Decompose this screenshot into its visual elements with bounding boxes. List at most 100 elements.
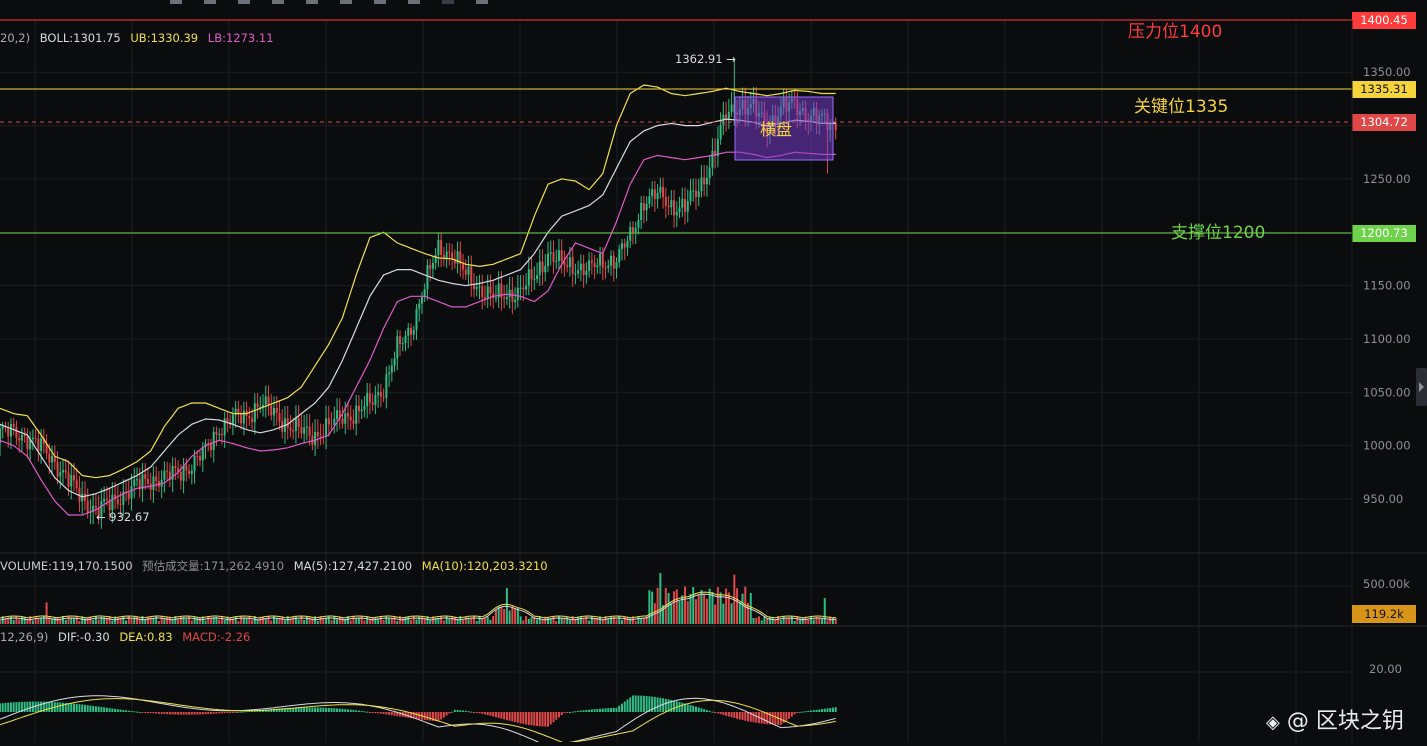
macd-bar — [1, 703, 4, 712]
volume-bar — [188, 616, 191, 624]
candle-body — [651, 189, 654, 197]
candle-body — [678, 207, 681, 213]
candle-body — [185, 465, 188, 471]
candle-body — [292, 430, 295, 432]
macd-bar — [341, 708, 344, 712]
macd-bar — [807, 710, 810, 712]
volume-bar — [497, 606, 500, 624]
candle-body — [673, 200, 676, 216]
volume-bar — [207, 616, 210, 624]
volume-bar — [694, 599, 697, 624]
candle-body — [415, 308, 418, 331]
macd-bar — [473, 712, 476, 713]
candle-body — [426, 265, 429, 290]
macd-bar — [363, 711, 366, 713]
volume-bar — [697, 594, 700, 624]
macd-bar — [48, 701, 51, 712]
volume-bar — [415, 619, 418, 624]
macd-bar — [588, 709, 591, 712]
macd-bar — [500, 712, 503, 719]
candle-body — [549, 252, 552, 254]
candle-body — [270, 405, 273, 416]
volume-bar — [577, 616, 580, 624]
price-scale-scroll-handle[interactable] — [1416, 368, 1427, 406]
trading-chart[interactable]: 1350.001300.001250.001200.001150.001100.… — [0, 0, 1427, 746]
volume-bar — [209, 618, 212, 624]
candle-body — [344, 413, 347, 424]
macd-bar — [67, 703, 70, 712]
candle-body — [404, 335, 407, 344]
volume-bar — [821, 618, 823, 624]
volume-bar — [12, 619, 15, 624]
candle-body — [251, 418, 254, 423]
macd-bar — [325, 707, 328, 712]
candle-body — [610, 255, 613, 266]
volume-bar — [511, 606, 514, 624]
macd-bar — [218, 712, 221, 714]
candle-body — [62, 470, 65, 473]
candle-body — [708, 167, 711, 178]
macd-bar — [579, 710, 582, 712]
pencil-icon — [170, 0, 182, 4]
candle-body — [368, 392, 371, 403]
volume-bar — [555, 620, 558, 624]
volume-bar — [382, 619, 385, 624]
volume-bar — [716, 587, 719, 624]
watermark: ◈ @ 区块之钥 — [1266, 703, 1404, 735]
volume-bar — [755, 617, 758, 624]
macd-bar — [697, 707, 700, 712]
macd-bar — [220, 712, 223, 714]
volume-bar — [18, 619, 21, 624]
volume-bar — [508, 610, 511, 624]
candle-body — [248, 416, 251, 419]
volume-bar — [262, 617, 265, 624]
candle-body — [486, 286, 489, 299]
candle-body — [174, 465, 177, 469]
candle-body — [275, 407, 278, 414]
y-tick-label: 1000.00 — [1363, 439, 1411, 453]
macd-bar — [305, 707, 308, 712]
volume-bar — [251, 619, 254, 624]
macd-bar — [103, 707, 106, 712]
macd-bar — [705, 709, 708, 712]
candle-body — [420, 297, 423, 304]
candle-body — [363, 406, 366, 410]
macd-bar — [516, 712, 519, 723]
macd-bar — [245, 711, 248, 713]
volume-bar — [760, 620, 763, 624]
candle-body — [226, 418, 229, 422]
volume-bar — [684, 586, 686, 624]
macd-bar — [571, 711, 574, 713]
macd-bar — [127, 710, 130, 712]
macd-bar — [51, 701, 54, 712]
candle-body — [199, 456, 202, 461]
macd-bar — [793, 712, 796, 715]
candle-body — [286, 418, 289, 428]
macd-bar — [801, 711, 804, 713]
macd-bar — [574, 711, 577, 713]
macd-bar — [478, 712, 481, 714]
volume-bar — [634, 620, 637, 624]
candle-body — [431, 262, 434, 269]
candle-body — [103, 499, 106, 502]
macd-bar — [760, 712, 763, 724]
candle-body — [212, 431, 215, 451]
candle-body — [240, 413, 243, 424]
volume-bar — [393, 616, 396, 624]
candle-body — [303, 427, 306, 434]
candle-body — [681, 198, 684, 208]
macd-bar — [37, 701, 40, 712]
macd-bar — [522, 712, 525, 724]
volume-bar — [275, 617, 278, 624]
y-tick-label: 1350.00 — [1363, 65, 1411, 79]
macd-bar — [83, 704, 86, 712]
volume-bar — [379, 616, 382, 624]
lock-icon — [408, 0, 420, 4]
candle-body — [136, 479, 138, 481]
volume-bar — [686, 601, 689, 624]
candle-body — [705, 177, 708, 185]
watermark-text: @ 区块之钥 — [1286, 709, 1404, 734]
volume-bar — [588, 620, 591, 624]
candle-body — [462, 263, 465, 270]
macd-bar — [226, 712, 229, 713]
